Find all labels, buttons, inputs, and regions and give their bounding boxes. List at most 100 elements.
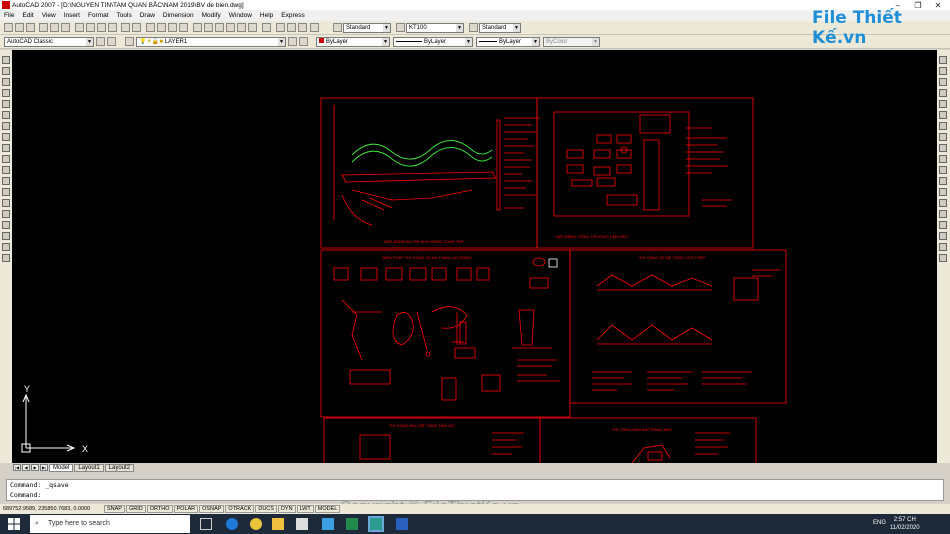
ellipse-arc-icon[interactable] <box>2 166 10 174</box>
dimension-icon[interactable] <box>939 243 947 251</box>
toggle-ducs[interactable]: DUCS <box>255 505 277 513</box>
cut-icon[interactable] <box>75 23 84 32</box>
markup-icon[interactable] <box>237 23 246 32</box>
multiline-text-icon[interactable] <box>2 254 10 262</box>
toggle-osnap[interactable]: OSNAP <box>199 505 225 513</box>
scale-icon[interactable] <box>939 133 947 141</box>
last-tab-icon[interactable]: ▶| <box>40 464 48 471</box>
match-properties-icon[interactable] <box>108 23 117 32</box>
linetype-select[interactable]: ByLayer ▼ <box>393 37 473 47</box>
insert-block-icon[interactable] <box>287 23 296 32</box>
rectangle-icon[interactable] <box>2 100 10 108</box>
menu-help[interactable]: Help <box>256 12 277 19</box>
copy-object-icon[interactable] <box>939 67 947 75</box>
toggle-grid[interactable]: GRID <box>125 505 146 513</box>
toggle-snap[interactable]: SNAP <box>104 505 125 513</box>
xref-icon[interactable] <box>298 23 307 32</box>
taskbar-search-input[interactable]: ⌕ Type here to search <box>30 515 190 533</box>
erase-icon[interactable] <box>939 56 947 64</box>
layer-select[interactable]: 💡☀🔓■ LAYER1 ▼ <box>136 37 286 47</box>
menu-dimension[interactable]: Dimension <box>159 12 198 19</box>
print-icon[interactable] <box>39 23 48 32</box>
arc-icon[interactable] <box>2 111 10 119</box>
toggle-ortho[interactable]: ORTHO <box>146 505 173 513</box>
chamfer-icon[interactable] <box>939 210 947 218</box>
explode-icon[interactable] <box>939 232 947 240</box>
array-icon[interactable] <box>939 100 947 108</box>
block-editor-icon[interactable] <box>276 23 285 32</box>
next-tab-icon[interactable]: ▶ <box>31 464 39 471</box>
autocad-taskbar-icon[interactable] <box>368 516 384 532</box>
copy-icon[interactable] <box>86 23 95 32</box>
undo-icon[interactable] <box>121 23 130 32</box>
dim-style-select[interactable]: KT100 ▼ <box>406 23 464 33</box>
zoom-window-icon[interactable] <box>168 23 177 32</box>
publish-icon[interactable] <box>61 23 70 32</box>
workspace-save-icon[interactable] <box>107 37 116 46</box>
insert-block-icon[interactable] <box>2 177 10 185</box>
make-block-icon[interactable] <box>2 188 10 196</box>
tool-palettes-icon[interactable] <box>215 23 224 32</box>
autocad-app-icon[interactable] <box>2 1 10 9</box>
ellipse-icon[interactable] <box>2 155 10 163</box>
circle-icon[interactable] <box>2 122 10 130</box>
make-object-layer-current-icon[interactable] <box>288 37 297 46</box>
edge-browser-icon[interactable] <box>226 518 238 530</box>
menu-insert[interactable]: Insert <box>60 12 84 19</box>
calculator-icon[interactable] <box>248 23 257 32</box>
move-icon[interactable] <box>939 111 947 119</box>
zalo-icon[interactable] <box>322 518 334 530</box>
offset-icon[interactable] <box>939 89 947 97</box>
hatch-edit-icon[interactable] <box>939 254 947 262</box>
drawing-canvas[interactable]: MẶT BẰNG BỐ TRÍ KHO ĐÔNG TỔNG THỂ MẶT BẰ… <box>12 50 937 463</box>
spline-icon[interactable] <box>2 144 10 152</box>
text-style-select[interactable]: Standard ▼ <box>343 23 391 33</box>
toggle-dyn[interactable]: DYN <box>277 505 296 513</box>
break-icon[interactable] <box>939 188 947 196</box>
paste-icon[interactable] <box>97 23 106 32</box>
polyline-icon[interactable] <box>2 78 10 86</box>
sheet-set-icon[interactable] <box>226 23 235 32</box>
layer-manager-icon[interactable] <box>125 37 134 46</box>
chrome-browser-icon[interactable] <box>250 518 262 530</box>
help-icon[interactable] <box>262 23 271 32</box>
color-select[interactable]: ByLayer ▼ <box>316 37 390 47</box>
language-indicator[interactable]: ENG <box>873 520 886 526</box>
open-file-icon[interactable] <box>15 23 24 32</box>
file-explorer-icon[interactable] <box>272 518 284 530</box>
tab-layout1[interactable]: Layout1 <box>74 463 104 472</box>
lineweight-select[interactable]: ByLayer ▼ <box>476 37 540 47</box>
toggle-otrack[interactable]: OTRACK <box>225 505 255 513</box>
menu-tools[interactable]: Tools <box>113 12 136 19</box>
menu-format[interactable]: Format <box>84 12 113 19</box>
tab-layout2[interactable]: Layout2 <box>104 463 135 472</box>
stretch-icon[interactable] <box>939 144 947 152</box>
rotate-icon[interactable] <box>939 122 947 130</box>
menu-edit[interactable]: Edit <box>18 12 37 19</box>
first-tab-icon[interactable]: |◀ <box>13 464 21 471</box>
tab-model[interactable]: Model <box>49 463 74 472</box>
trim-icon[interactable] <box>939 155 947 163</box>
pan-icon[interactable] <box>146 23 155 32</box>
menu-draw[interactable]: Draw <box>136 12 159 19</box>
design-center-icon[interactable] <box>204 23 213 32</box>
new-file-icon[interactable] <box>4 23 13 32</box>
redo-icon[interactable] <box>132 23 141 32</box>
print-preview-icon[interactable] <box>50 23 59 32</box>
task-view-icon[interactable] <box>200 518 212 530</box>
toggle-lwt[interactable]: LWT <box>296 505 314 513</box>
zoom-realtime-icon[interactable] <box>157 23 166 32</box>
table-icon[interactable] <box>2 243 10 251</box>
mail-icon[interactable] <box>296 518 308 530</box>
windows-start-icon[interactable] <box>8 518 20 530</box>
point-icon[interactable] <box>2 199 10 207</box>
taskbar-clock[interactable]: 2:57 CH 11/02/2020 <box>890 516 920 532</box>
zoom-previous-icon[interactable] <box>179 23 188 32</box>
workspace-settings-icon[interactable] <box>96 37 105 46</box>
toggle-model[interactable]: MODEL <box>314 505 341 513</box>
menu-window[interactable]: Window <box>225 12 256 19</box>
wipeout-icon[interactable] <box>310 23 319 32</box>
menu-express[interactable]: Express <box>277 12 308 19</box>
fillet-icon[interactable] <box>939 221 947 229</box>
line-icon[interactable] <box>2 56 10 64</box>
